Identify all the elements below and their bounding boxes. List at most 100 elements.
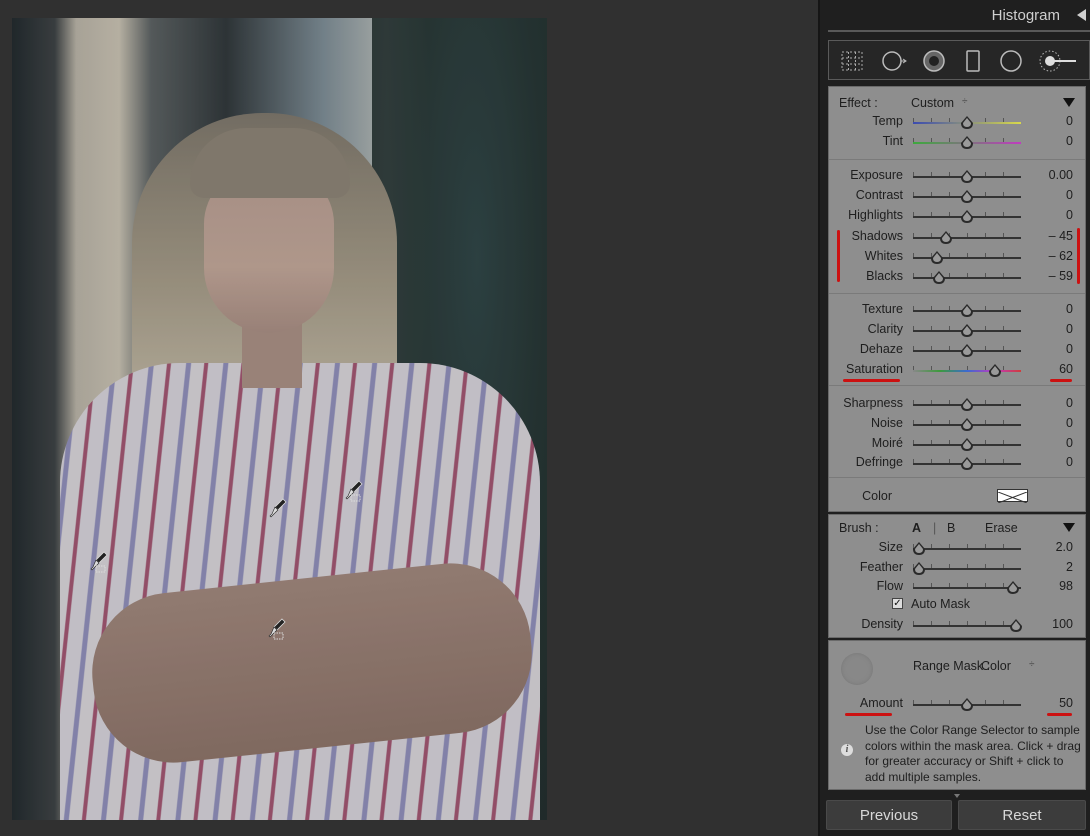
brush-density-value[interactable]: 100	[1029, 617, 1073, 631]
brush-feather-value[interactable]: 2	[1029, 560, 1073, 574]
whites-slider-thumb[interactable]	[930, 251, 943, 264]
defringe-value[interactable]: 0	[1029, 455, 1073, 469]
sharpness-slider-thumb[interactable]	[961, 398, 973, 411]
color-sampler-icon[interactable]	[841, 653, 873, 685]
range-mask-panel: Range Mask : Color ÷ Amount 50 i Use the …	[828, 640, 1086, 790]
graduated-filter-icon[interactable]	[960, 49, 986, 73]
highlights-label: Highlights	[848, 208, 903, 222]
range-mask-amount-slider-thumb[interactable]	[961, 698, 973, 711]
radial-filter-icon[interactable]	[998, 49, 1024, 73]
brush-flow-slider-thumb[interactable]	[1007, 581, 1020, 594]
brush-divider: |	[933, 521, 937, 535]
divider	[829, 159, 1085, 160]
noise-slider-thumb[interactable]	[961, 418, 973, 431]
blacks-label: Blacks	[866, 269, 903, 283]
color-swatch[interactable]	[997, 489, 1028, 504]
color-picker-pin-icon[interactable]	[345, 480, 363, 502]
brush-erase-button[interactable]: Erase	[985, 521, 1018, 535]
collapse-triangle-icon[interactable]	[1063, 523, 1075, 532]
brush-density-slider[interactable]	[913, 625, 1021, 627]
divider	[829, 385, 1085, 386]
moire-slider-thumb[interactable]	[961, 438, 973, 451]
previous-button[interactable]: Previous	[826, 800, 952, 830]
contrast-value[interactable]: 0	[1029, 188, 1073, 202]
lightroom-window: Histogram Effect : Custom ÷ Temp 0 Tint …	[0, 0, 1090, 836]
triangle-left-icon[interactable]	[1077, 9, 1086, 21]
clarity-value[interactable]: 0	[1029, 322, 1073, 336]
sharpness-value[interactable]: 0	[1029, 396, 1073, 410]
temp-value[interactable]: 0	[1029, 114, 1073, 128]
dehaze-label: Dehaze	[859, 342, 903, 356]
blacks-slider[interactable]	[913, 277, 1021, 279]
panel-grip-icon[interactable]	[954, 794, 960, 798]
tint-slider-thumb[interactable]	[961, 136, 973, 149]
collapse-triangle-icon[interactable]	[1063, 98, 1075, 107]
annotation-mark	[845, 713, 892, 716]
blacks-value[interactable]: – 59	[1029, 269, 1073, 283]
annotation-mark	[1050, 379, 1072, 382]
shadows-value[interactable]: – 45	[1029, 229, 1073, 243]
brush-density-label: Density	[861, 617, 903, 631]
brush-b-button[interactable]: B	[947, 521, 955, 535]
whites-value[interactable]: – 62	[1029, 249, 1073, 263]
contrast-slider-thumb[interactable]	[961, 190, 973, 203]
brush-a-button[interactable]: A	[912, 521, 921, 535]
temp-slider-thumb[interactable]	[961, 116, 973, 129]
brush-size-value[interactable]: 2.0	[1029, 540, 1073, 554]
image-canvas	[0, 0, 818, 836]
brush-size-slider[interactable]	[913, 548, 1021, 550]
brush-density-slider-thumb[interactable]	[1009, 619, 1022, 632]
sharpness-label: Sharpness	[843, 396, 903, 410]
defringe-slider-thumb[interactable]	[961, 457, 973, 470]
highlights-slider-thumb[interactable]	[961, 210, 973, 223]
dehaze-slider-thumb[interactable]	[961, 344, 973, 357]
color-picker-pin-icon[interactable]	[269, 498, 287, 520]
adjustment-brush-icon[interactable]	[1038, 49, 1078, 73]
range-mask-amount-value[interactable]: 50	[1029, 696, 1073, 710]
exposure-label: Exposure	[850, 168, 903, 182]
portrait-photo[interactable]	[12, 18, 547, 820]
clarity-label: Clarity	[867, 322, 903, 336]
brush-feather-label: Feather	[859, 560, 903, 574]
saturation-slider-thumb[interactable]	[989, 364, 1002, 377]
range-mask-dropdown-arrows[interactable]: ÷	[1029, 659, 1035, 670]
spot-removal-icon[interactable]	[881, 49, 907, 73]
range-mask-dropdown[interactable]: Color	[981, 659, 1011, 673]
dehaze-value[interactable]: 0	[1029, 342, 1073, 356]
red-eye-icon[interactable]	[921, 49, 947, 73]
exposure-value[interactable]: 0.00	[1029, 168, 1073, 182]
color-picker-pin-icon[interactable]	[268, 618, 286, 640]
auto-mask-label: Auto Mask	[911, 597, 971, 611]
highlights-value[interactable]: 0	[1029, 208, 1073, 222]
saturation-slider[interactable]	[913, 370, 1021, 372]
auto-mask-checkbox[interactable]: ✓	[892, 598, 903, 609]
saturation-value[interactable]: 60	[1029, 362, 1073, 376]
clarity-slider-thumb[interactable]	[961, 324, 973, 337]
shadows-slider[interactable]	[913, 237, 1021, 239]
range-mask-amount-label: Amount	[859, 696, 903, 710]
brush-flow-label: Flow	[876, 579, 903, 593]
effect-dropdown-arrows[interactable]: ÷	[962, 96, 968, 107]
whites-slider[interactable]	[913, 257, 1021, 259]
color-picker-pin-icon[interactable]	[90, 551, 108, 573]
exposure-slider-thumb[interactable]	[961, 170, 973, 183]
texture-value[interactable]: 0	[1029, 302, 1073, 316]
histogram-header[interactable]: Histogram	[828, 0, 1090, 32]
tint-value[interactable]: 0	[1029, 134, 1073, 148]
range-mask-help-text: Use the Color Range Selector to sample c…	[865, 723, 1081, 784]
brush-feather-slider[interactable]	[913, 568, 1021, 570]
brush-feather-slider-thumb[interactable]	[913, 562, 926, 575]
noise-value[interactable]: 0	[1029, 416, 1073, 430]
brush-flow-slider[interactable]	[913, 587, 1021, 589]
crop-overlay-icon[interactable]	[839, 49, 865, 73]
blacks-slider-thumb[interactable]	[932, 271, 945, 284]
shadows-slider-thumb[interactable]	[940, 231, 953, 244]
brush-size-slider-thumb[interactable]	[913, 542, 926, 555]
effect-label: Effect :	[839, 96, 878, 110]
reset-button[interactable]: Reset	[958, 800, 1086, 830]
texture-slider-thumb[interactable]	[961, 304, 973, 317]
tint-label: Tint	[882, 134, 903, 148]
moire-value[interactable]: 0	[1029, 436, 1073, 450]
effect-preset-dropdown[interactable]: Custom	[911, 96, 954, 110]
brush-flow-value[interactable]: 98	[1029, 579, 1073, 593]
